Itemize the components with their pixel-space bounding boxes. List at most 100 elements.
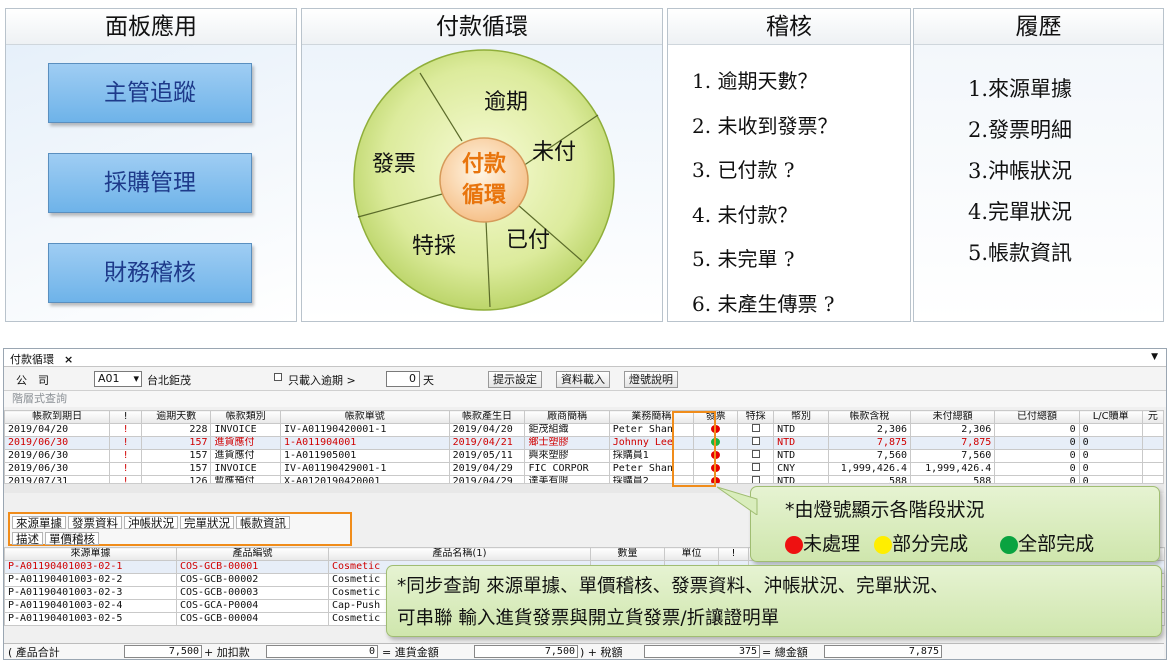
subtabs-row2: 描述 單價稽核	[12, 532, 101, 546]
column-header[interactable]: 帳款到期日	[4, 410, 111, 424]
table-row[interactable]: 2019/06/30! 157 進貨應付 1-A011905001 2019/05/11…	[4, 449, 1165, 463]
subtab[interactable]: 單價稽核	[45, 532, 99, 545]
special-checkbox[interactable]	[751, 437, 760, 445]
column-header[interactable]: 單位	[664, 547, 719, 561]
column-header[interactable]: L/C贖單	[1078, 410, 1143, 424]
tab-payment-cycle[interactable]: 付款循環 ×	[10, 351, 73, 367]
type-cell: 進貨應付	[210, 449, 282, 463]
column-header[interactable]: 數量	[590, 547, 665, 561]
column-header[interactable]: 來源單據	[4, 547, 177, 561]
column-header[interactable]: 產品名稱(1)	[328, 547, 591, 561]
table-row[interactable]: 2019/04/20! 228 INVOICE IV-A01190420001-1 20…	[4, 423, 1165, 437]
panel-cycle: 付款循環 付款 循環 逾期 未付 已付 特採 發票	[301, 8, 663, 322]
subtab[interactable]: 帳款資訊	[236, 516, 290, 529]
table-row[interactable]: 2019/06/30! 157 INVOICE IV-A01190429001-1 20…	[4, 462, 1165, 476]
panel-app-body: 主管追蹤 採購管理 財務稽核	[6, 45, 296, 321]
manager-tracking-button[interactable]: 主管追蹤	[48, 63, 252, 123]
overdue-days-cell: 157	[140, 436, 212, 450]
panel-history: 履歷 1.來源單據 2.發票明細 3.沖帳狀況 4.完單狀況 5.帳款資訊	[913, 8, 1164, 322]
load-data-button[interactable]: 資料載入	[556, 371, 610, 388]
currency-cell: NTD	[773, 436, 829, 450]
column-header[interactable]: 帳款含稅	[827, 410, 912, 424]
overdue-days-cell: 228	[140, 423, 212, 437]
due-date-cell: 2019/06/30	[4, 462, 111, 476]
tab-title: 付款循環	[10, 353, 54, 366]
purchase-management-button[interactable]: 採購管理	[48, 153, 252, 213]
segment-unpaid[interactable]: 未付	[532, 140, 576, 165]
column-header[interactable]: 帳款類別	[210, 410, 282, 424]
column-header[interactable]: 幣別	[773, 410, 829, 424]
segment-paid[interactable]: 已付	[506, 228, 550, 253]
subtab[interactable]: 發票資料	[68, 516, 122, 529]
overdue-days-cell: 157	[140, 462, 212, 476]
product-code-cell: COS-GCA-P0004	[176, 599, 329, 613]
light-legend: 未處理 部分完成 全部完成	[785, 529, 1094, 556]
audit-item: 3. 已付款 ?	[692, 158, 795, 182]
segment-special[interactable]: 特採	[412, 234, 456, 259]
finance-audit-button[interactable]: 財務稽核	[48, 243, 252, 303]
table-row[interactable]: 2019/06/30! 157 進貨應付 1-A011904001 2019/04/21…	[4, 436, 1165, 450]
chevron-down-icon[interactable]: ▼	[1151, 352, 1158, 362]
panel-audit-title: 稽核	[668, 9, 910, 45]
column-header[interactable]: 元	[1141, 410, 1165, 424]
history-item-num: 3.	[967, 159, 988, 183]
subtab[interactable]: 沖帳狀況	[124, 516, 178, 529]
doc-no-cell: 1-A011904001	[280, 436, 450, 450]
column-header[interactable]: 產品編號	[176, 547, 329, 561]
column-header[interactable]: 特採	[737, 410, 775, 424]
audit-item: 1. 逾期天數？	[692, 69, 818, 93]
currency-cell: CNY	[773, 462, 829, 476]
history-item-text: 來源單據	[988, 77, 1072, 101]
segment-overdue[interactable]: 逾期	[484, 90, 528, 115]
document-tabstrip: 付款循環 × ▼	[4, 349, 1166, 367]
history-item-text: 沖帳狀況	[988, 159, 1072, 183]
detail-subtabs: 來源單據 發票資料 沖帳狀況 完單狀況 帳款資訊 描述 單價稽核	[8, 512, 352, 546]
overdue-days-cell: 157	[140, 449, 212, 463]
chevron-down-icon: ▾	[133, 372, 139, 385]
special-checkbox[interactable]	[751, 450, 760, 458]
subtab[interactable]: 完單狀況	[180, 516, 234, 529]
sync-query-callout: *同步查詢 來源單據、單價稽核、發票資料、沖帳狀況、完單狀況、 可串聯 輸入進貨…	[386, 565, 1162, 637]
light-legend-button[interactable]: 燈號說明	[624, 371, 678, 388]
subtab[interactable]: 來源單據	[12, 516, 66, 529]
grid-header-row: 帳款到期日! 逾期天數 帳款類別 帳款單號 帳款產生日 廠商簡稱 業務簡稱 發票 特採 幣別 帳款含…	[4, 410, 1165, 424]
product-total-value: 7,500	[124, 645, 202, 658]
sync-callout-line2: 可串聯 輸入進貨發票與開立貨發票/折讓證明單	[397, 608, 780, 629]
plus-value: 0	[266, 645, 378, 658]
close-icon[interactable]: ×	[64, 353, 73, 366]
column-header[interactable]: 已付總額	[994, 410, 1080, 424]
special-checkbox[interactable]	[751, 463, 760, 471]
audit-item: 4. 未付款？	[692, 202, 798, 227]
flag-cell: !	[109, 462, 142, 476]
column-header[interactable]: !	[718, 547, 749, 561]
column-header[interactable]: 逾期天數	[140, 410, 212, 424]
legend-label: 全部完成	[1018, 533, 1095, 555]
vendor-cell: FIC CORPOR	[524, 462, 610, 476]
paid-cell: 0	[994, 423, 1080, 437]
type-cell: 進貨應付	[210, 436, 282, 450]
special-checkbox[interactable]	[751, 424, 760, 432]
column-header[interactable]: 廠商簡稱	[524, 410, 610, 424]
payables-grid: 帳款到期日! 逾期天數 帳款類別 帳款單號 帳款產生日 廠商簡稱 業務簡稱 發票 特採 幣別 帳款含…	[4, 410, 1165, 489]
special-cell	[737, 449, 775, 463]
created-date-cell: 2019/04/21	[448, 436, 526, 450]
panel-audit-body: 1. 逾期天數？ 2. 未收到發票？ 3. 已付款 ? 4. 未付款？ 5. 未…	[668, 45, 910, 321]
totals-bar: ( 產品合計 7,500 + 加扣款 0 = 進貨金額 7,500 ) + 稅額…	[4, 643, 1164, 659]
created-date-cell: 2019/04/29	[448, 462, 526, 476]
column-header[interactable]: !	[109, 410, 142, 424]
product-code-cell: COS-GCB-00001	[176, 560, 329, 574]
segment-invoice[interactable]: 發票	[372, 152, 416, 177]
company-name: 台北鉅茂	[147, 374, 191, 387]
column-header[interactable]: 帳款產生日	[448, 410, 526, 424]
subtab[interactable]: 描述	[12, 532, 43, 545]
overdue-days-input[interactable]: 0	[386, 371, 420, 387]
column-header[interactable]: 未付總額	[910, 410, 996, 424]
unpaid-cell: 7,560	[910, 449, 996, 463]
company-code-select[interactable]: A01 ▾	[94, 371, 142, 387]
product-code-cell: COS-GCB-00003	[176, 586, 329, 600]
history-item-num: 5.	[967, 241, 988, 265]
hint-settings-button[interactable]: 提示設定	[488, 371, 542, 388]
overdue-only-checkbox[interactable]	[274, 373, 282, 381]
days-unit: 天	[423, 374, 434, 387]
column-header[interactable]: 帳款單號	[280, 410, 450, 424]
